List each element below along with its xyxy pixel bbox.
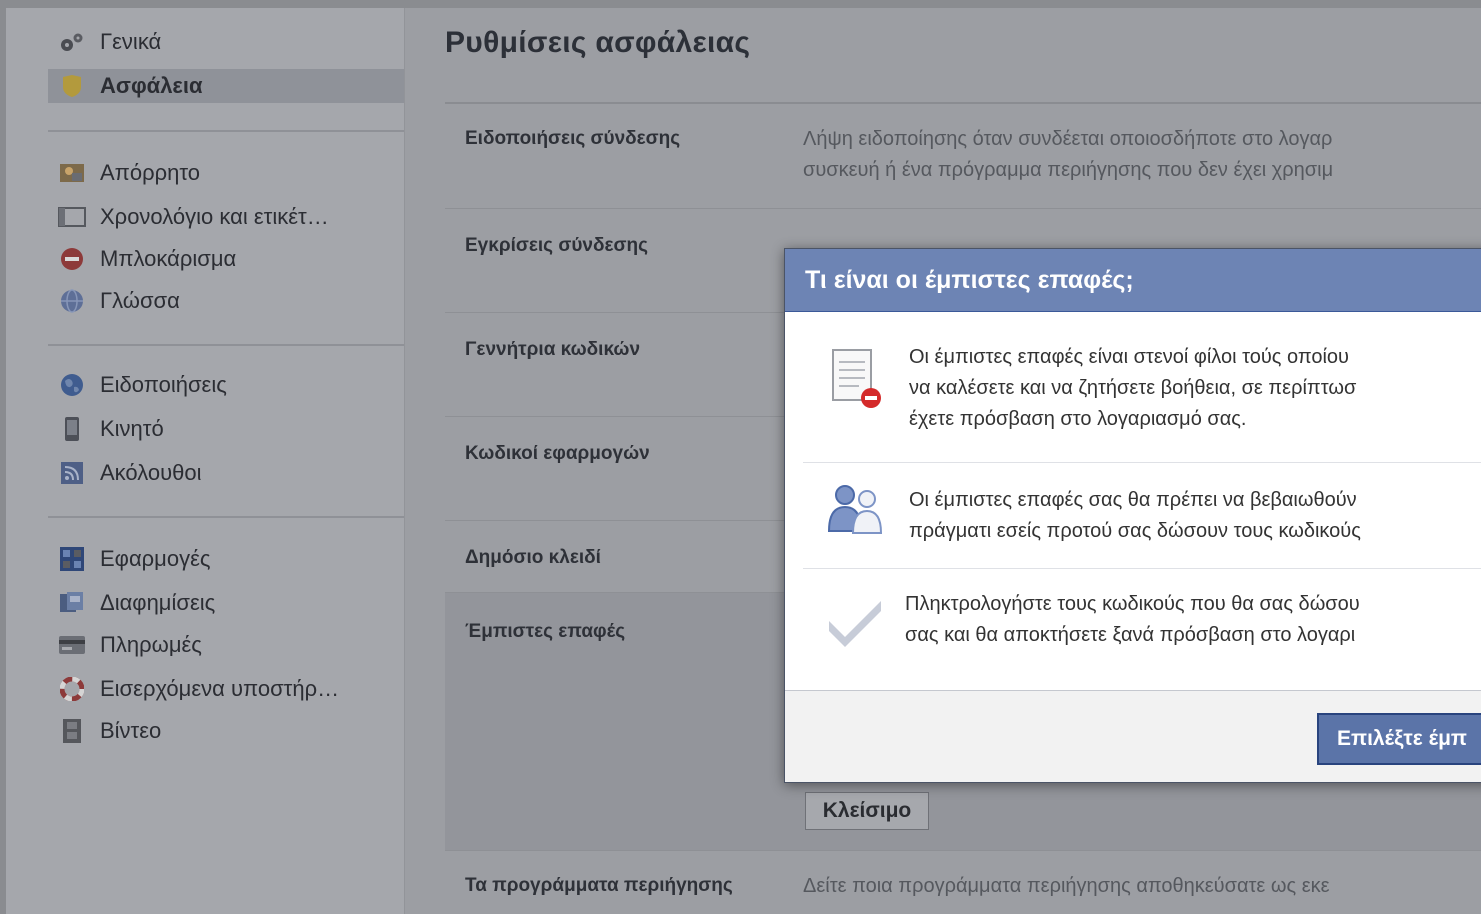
lifebuoy-icon: [58, 677, 86, 701]
row-description-line: Δείτε ποια προγράμματα περιήγησης αποθηκ…: [803, 875, 1330, 897]
sidebar-divider: [48, 130, 404, 132]
info-text: Πληκτρολογήστε τους κωδικούς που θα σας …: [905, 589, 1360, 651]
sidebar-item-label: Κινητό: [100, 416, 164, 441]
sidebar-item-timeline[interactable]: Χρονολόγιο και ετικέτ…: [48, 200, 404, 234]
document-icon: [823, 346, 887, 410]
sidebar-item-label: Ειδοποιήσεις: [100, 372, 227, 397]
sidebar-item-payments[interactable]: Πληρωμές: [48, 628, 404, 662]
card-icon: [58, 633, 86, 657]
sidebar-item-ads[interactable]: Διαφημίσεις: [48, 586, 404, 620]
sidebar-item-apps[interactable]: Εφαρμογές: [48, 542, 404, 576]
row-label: Τα προγράμματα περιήγησης: [465, 875, 733, 896]
sidebar-item-mobile[interactable]: Κινητό: [48, 412, 404, 446]
sidebar-item-blocking[interactable]: Μπλοκάρισμα: [48, 242, 404, 276]
sidebar-divider: [48, 344, 404, 346]
sidebar-item-label: Μπλοκάρισμα: [100, 246, 237, 271]
row-description-line: Λήψη ειδοποίησης όταν συνδέεται οποιοσδή…: [803, 128, 1333, 150]
info-item: Πληκτρολογήστε τους κωδικούς που θα σας …: [803, 569, 1481, 690]
world-icon: [58, 373, 86, 397]
row-label: Δημόσιο κλειδί: [465, 547, 601, 568]
screen: Γενικά Ασφάλεια Απόρρητο Χρονολόγιο και …: [6, 8, 1481, 914]
info-item: Οι έμπιστες επαφές σας θα πρέπει να βεβα…: [803, 463, 1481, 567]
privacy-icon: [58, 161, 86, 185]
settings-sidebar: Γενικά Ασφάλεια Απόρρητο Χρονολόγιο και …: [6, 8, 405, 914]
ads-icon: [58, 591, 86, 615]
info-text-line: πράγματι εσείς προτού σας δώσουν τους κω…: [909, 520, 1361, 542]
row-label: Έμπιστες επαφές: [465, 621, 626, 642]
film-icon: [58, 719, 86, 743]
gears-icon: [58, 30, 86, 54]
info-text-line: Οι έμπιστες επαφές είναι στενοί φίλοι το…: [909, 346, 1349, 368]
sidebar-item-label: Απόρρητο: [100, 160, 200, 185]
row-description: Δείτε ποια προγράμματα περιήγησης αποθηκ…: [803, 871, 1481, 902]
close-button[interactable]: Κλείσιμο: [805, 792, 929, 830]
sidebar-item-label: Ασφάλεια: [100, 73, 203, 98]
trusted-contacts-dialog: Τι είναι οι έμπιστες επαφές; Οι έμπιστες…: [784, 248, 1481, 783]
sidebar-item-privacy[interactable]: Απόρρητο: [48, 156, 404, 190]
dialog-body: Οι έμπιστες επαφές είναι στενοί φίλοι το…: [785, 312, 1481, 690]
info-text-line: να καλέσετε και να ζητήσετε βοήθεια, σε …: [909, 377, 1357, 399]
sidebar-item-label: Διαφημίσεις: [100, 590, 216, 615]
sidebar-item-label: Χρονολόγιο και ετικέτ…: [100, 204, 329, 229]
sidebar-item-label: Ακόλουθοι: [100, 460, 202, 485]
sidebar-item-notifications[interactable]: Ειδοποιήσεις: [48, 368, 404, 402]
apps-icon: [58, 547, 86, 571]
choose-trusted-contacts-button[interactable]: Επιλέξτε έμπ: [1317, 713, 1481, 765]
settings-row-login-alerts[interactable]: Ειδοποιήσεις σύνδεσης Λήψη ειδοποίησης ό…: [445, 104, 1481, 208]
sidebar-item-label: Βίντεο: [100, 718, 162, 743]
dialog-header: Τι είναι οι έμπιστες επαφές;: [785, 249, 1481, 312]
sidebar-item-label: Εφαρμογές: [100, 546, 211, 571]
block-icon: [58, 247, 86, 271]
dialog-footer: Επιλέξτε έμπ: [785, 690, 1481, 782]
sidebar-item-language[interactable]: Γλώσσα: [48, 284, 404, 318]
rss-icon: [58, 461, 86, 485]
row-label: Κωδικοί εφαρμογών: [465, 443, 650, 464]
sidebar-item-label: Γλώσσα: [100, 288, 180, 313]
globe-icon: [58, 289, 86, 313]
timeline-icon: [58, 205, 86, 229]
sidebar-item-support-inbox[interactable]: Εισερχόμενα υποστήρ…: [48, 672, 404, 706]
sidebar-item-followers[interactable]: Ακόλουθοι: [48, 456, 404, 490]
info-text-line: σας και θα αποκτήσετε ξανά πρόσβαση στο …: [905, 624, 1356, 646]
info-text-line: Οι έμπιστες επαφές σας θα πρέπει να βεβα…: [909, 489, 1357, 511]
info-text-line: έχετε πρόσβαση στο λογαριασμό σας.: [909, 408, 1247, 430]
row-label: Ειδοποιήσεις σύνδεσης: [465, 128, 681, 149]
checkmark-icon: [823, 591, 887, 655]
mobile-icon: [58, 417, 86, 441]
sidebar-divider: [48, 516, 404, 518]
sidebar-item-label: Γενικά: [100, 29, 162, 54]
row-label: Γεννήτρια κωδικών: [465, 339, 641, 360]
sidebar-item-security[interactable]: Ασφάλεια: [48, 69, 404, 103]
sidebar-item-videos[interactable]: Βίντεο: [48, 714, 404, 748]
dialog-title: Τι είναι οι έμπιστες επαφές;: [805, 266, 1134, 294]
row-description-line: συσκευή ή ένα πρόγραμμα περιήγησης που δ…: [803, 159, 1334, 181]
info-text-line: Πληκτρολογήστε τους κωδικούς που θα σας …: [905, 593, 1360, 615]
settings-row-browsers[interactable]: Τα προγράμματα περιήγησης Δείτε ποια προ…: [445, 850, 1481, 914]
row-description: Λήψη ειδοποίησης όταν συνδέεται οποιοσδή…: [803, 124, 1481, 186]
info-item: Οι έμπιστες επαφές είναι στενοί φίλοι το…: [803, 312, 1481, 462]
row-label: Εγκρίσεις σύνδεσης: [465, 235, 648, 256]
info-text: Οι έμπιστες επαφές είναι στενοί φίλοι το…: [909, 342, 1356, 435]
page-title: Ρυθμίσεις ασφάλειας: [445, 26, 751, 59]
info-text: Οι έμπιστες επαφές σας θα πρέπει να βεβα…: [909, 485, 1361, 547]
sidebar-item-general[interactable]: Γενικά: [48, 25, 404, 59]
friends-icon: [823, 481, 887, 545]
sidebar-item-label: Εισερχόμενα υποστήρ…: [100, 676, 340, 701]
sidebar-item-label: Πληρωμές: [100, 632, 202, 657]
shield-icon: [58, 74, 86, 98]
